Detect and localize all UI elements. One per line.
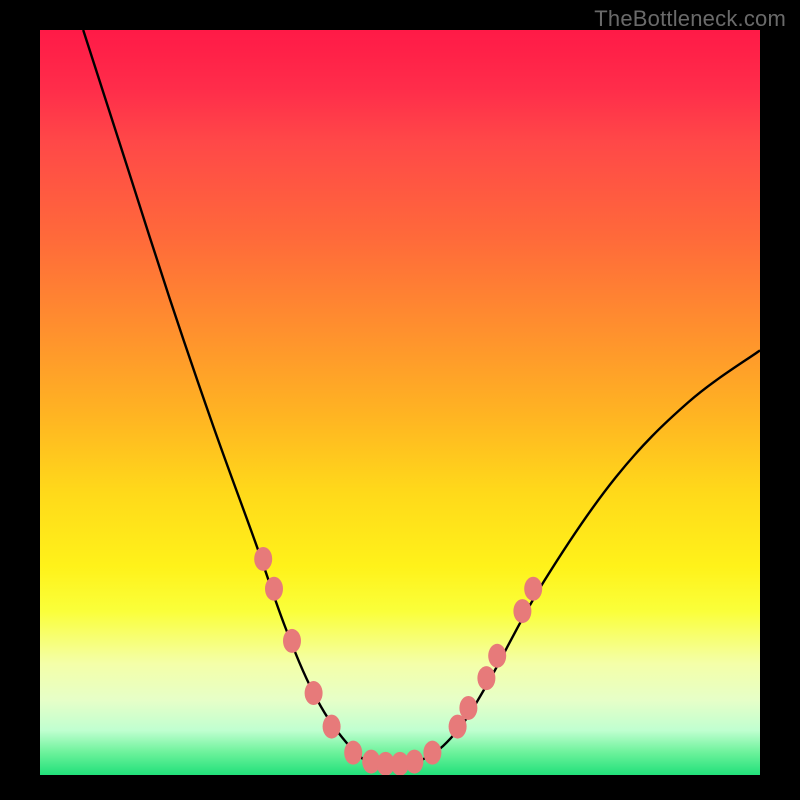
chart-svg — [40, 30, 760, 775]
chart-plot-area — [40, 30, 760, 775]
marker-dot — [488, 644, 506, 668]
marker-dot — [477, 666, 495, 690]
marker-dot — [305, 681, 323, 705]
curve-path — [83, 30, 760, 766]
chart-markers — [254, 547, 542, 775]
marker-dot — [254, 547, 272, 571]
marker-dot — [459, 696, 477, 720]
marker-dot — [405, 750, 423, 774]
marker-dot — [344, 741, 362, 765]
marker-dot — [524, 577, 542, 601]
watermark-text: TheBottleneck.com — [594, 6, 786, 32]
marker-dot — [283, 629, 301, 653]
marker-dot — [323, 715, 341, 739]
marker-dot — [265, 577, 283, 601]
bottleneck-curve — [83, 30, 760, 766]
marker-dot — [513, 599, 531, 623]
marker-dot — [423, 741, 441, 765]
